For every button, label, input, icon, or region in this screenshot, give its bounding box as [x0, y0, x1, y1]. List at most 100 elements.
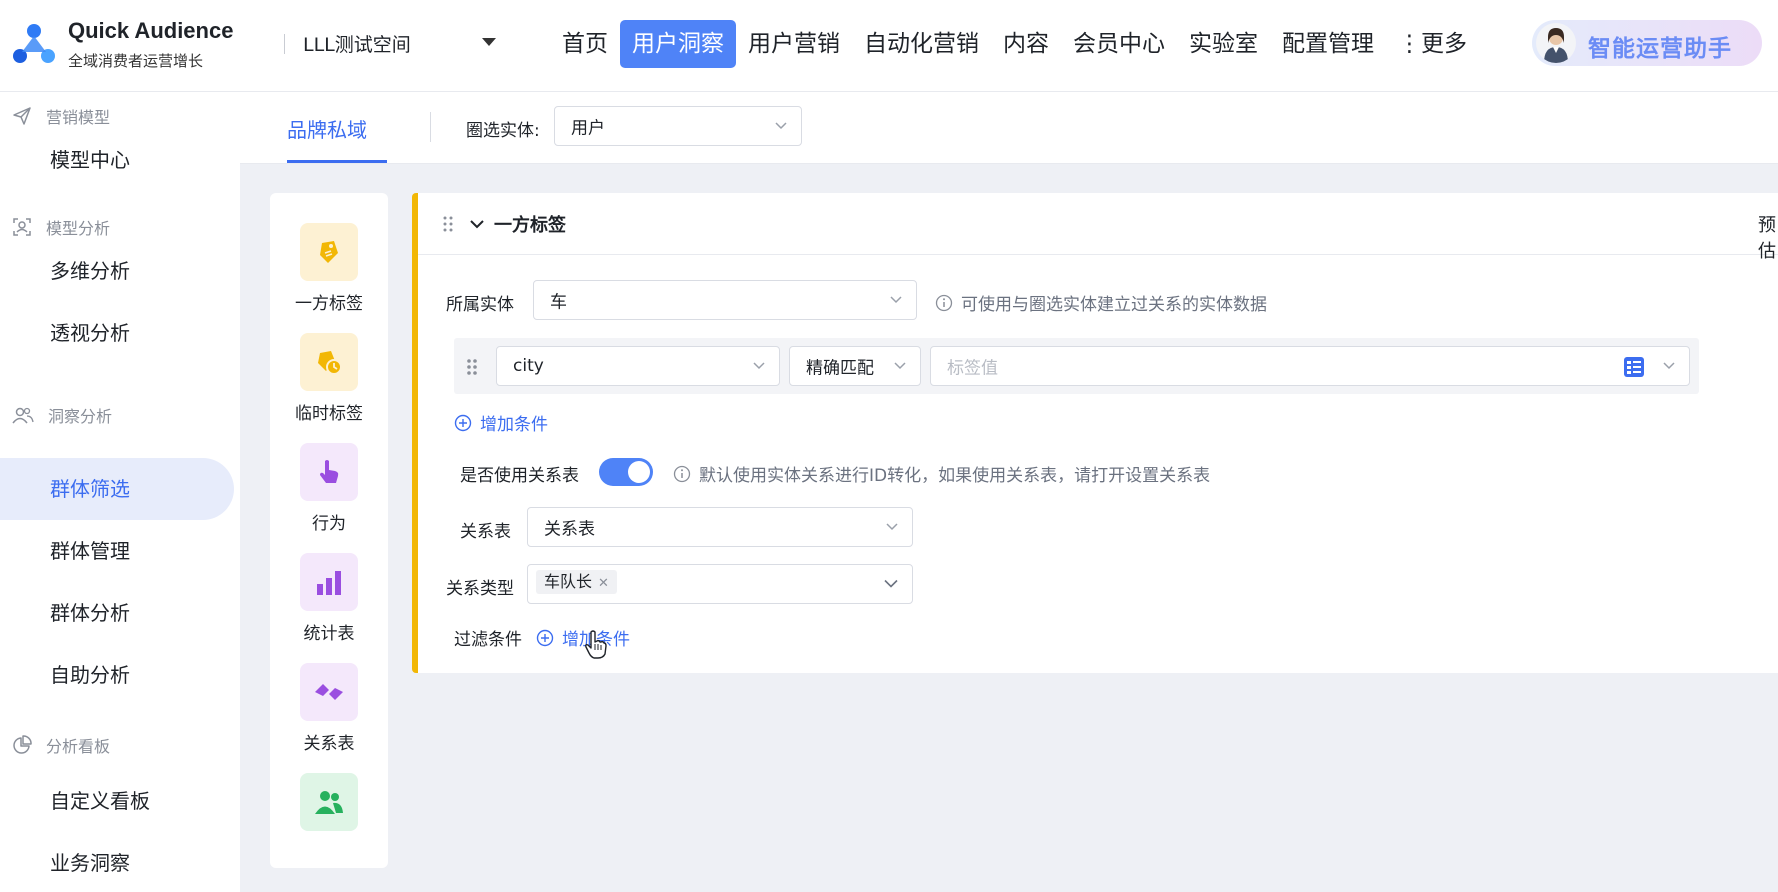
sidebar-group-dashboard: 分析看板 — [12, 733, 110, 757]
nav-item-content[interactable]: 内容 — [991, 20, 1061, 68]
chevron-down-icon — [775, 122, 787, 130]
brand-subtitle: 全域消费者运营增长 — [68, 52, 204, 70]
top-bar: Quick Audience 全域消费者运营增长 LLL测试空间 首页 用户洞察… — [0, 0, 1778, 92]
add-condition-label: 增加条件 — [480, 415, 548, 435]
sidebar-item-pivot-analysis[interactable]: 透视分析 — [0, 302, 234, 364]
entity-select[interactable]: 用户 — [554, 106, 802, 146]
sidebar: 营销模型 模型中心 模型分析 多维分析 透视分析 洞察分析 群体筛选 群体管理 … — [0, 92, 240, 892]
tab-active-indicator — [287, 160, 387, 163]
chevron-down-icon[interactable] — [470, 219, 484, 229]
tab-brand-private-domain[interactable]: 品牌私域 — [287, 114, 367, 143]
sidebar-item-multi-dim-analysis[interactable]: 多维分析 — [0, 240, 234, 302]
user-frame-icon — [13, 218, 31, 236]
add-filter-condition-button[interactable]: 增加条件 — [536, 625, 630, 650]
belong-entity-value: 车 — [550, 292, 567, 313]
nav-item-member-center[interactable]: 会员中心 — [1061, 20, 1177, 68]
sidebar-group-model-analysis: 模型分析 — [12, 215, 110, 239]
sidebar-group-marketing-model: 营销模型 — [12, 104, 110, 128]
first-party-tag-card: 一方标签 预估 所属实体 车 可使用与圈选实体建立过关系的实体数据 city 精… — [412, 193, 1778, 673]
entity-hint: 可使用与圈选实体建立过关系的实体数据 — [935, 290, 1267, 315]
palette-item-label: 临时标签 — [295, 404, 363, 424]
plus-circle-icon — [536, 629, 554, 646]
chevron-down-icon — [753, 362, 765, 370]
nav-item-more[interactable]: ⋮更多 — [1386, 20, 1479, 68]
link-icon — [300, 663, 358, 721]
user-group-icon — [300, 773, 358, 831]
relation-type-select[interactable]: 车队长 ✕ — [527, 564, 913, 604]
entity-hint-text: 可使用与圈选实体建立过关系的实体数据 — [961, 295, 1267, 315]
entity-select-value: 用户 — [571, 118, 605, 139]
condition-field-select[interactable]: city — [496, 346, 780, 386]
palette-item-statistics-table[interactable]: 统计表 — [270, 553, 388, 644]
use-relation-label: 是否使用关系表 — [460, 466, 579, 486]
nav-item-config[interactable]: 配置管理 — [1270, 20, 1386, 68]
palette-item-first-party-tag[interactable]: 一方标签 — [270, 223, 388, 314]
sidebar-item-group-analysis[interactable]: 群体分析 — [0, 582, 234, 644]
relation-type-tag[interactable]: 车队长 ✕ — [536, 570, 617, 594]
preview-link[interactable]: 预估 — [1758, 211, 1778, 263]
belong-entity-select[interactable]: 车 — [533, 280, 917, 320]
sidebar-group-label: 营销模型 — [46, 108, 111, 127]
palette-item-user-group[interactable] — [270, 773, 388, 839]
match-type-select[interactable]: 精确匹配 — [789, 346, 921, 386]
palette-item-behavior[interactable]: 行为 — [270, 443, 388, 534]
divider — [284, 34, 285, 54]
palette-item-relation-table[interactable]: 关系表 — [270, 663, 388, 754]
palette-item-temporary-tag[interactable]: 临时标签 — [270, 333, 388, 424]
drag-handle-icon[interactable] — [443, 216, 453, 232]
sidebar-group-label: 模型分析 — [46, 219, 111, 238]
chevron-down-icon — [886, 523, 898, 531]
relation-table-label: 关系表 — [460, 522, 511, 542]
bar-chart-icon — [300, 553, 358, 611]
nav-item-home[interactable]: 首页 — [550, 20, 620, 68]
sidebar-item-self-service-analysis[interactable]: 自助分析 — [0, 644, 234, 706]
main-nav: 首页 用户洞察 用户营销 自动化营销 内容 会员中心 实验室 配置管理 ⋮更多 — [550, 20, 1479, 68]
toggle-knob — [628, 461, 650, 483]
workspace-selector[interactable]: LLL测试空间 — [303, 30, 411, 57]
relation-table-select[interactable]: 关系表 — [527, 507, 913, 547]
tag-list-icon[interactable] — [1623, 356, 1645, 378]
palette-item-label: 关系表 — [303, 734, 355, 754]
sidebar-group-insight-analysis: 洞察分析 — [12, 403, 112, 427]
users-icon — [12, 407, 34, 424]
drag-handle-icon[interactable] — [466, 358, 478, 376]
send-icon — [13, 107, 31, 125]
plus-circle-icon — [454, 414, 472, 431]
pie-chart-icon — [13, 735, 32, 754]
entity-filter-label: 圈选实体: — [466, 121, 540, 141]
temp-tag-icon — [300, 333, 358, 391]
chevron-down-icon — [890, 296, 902, 304]
condition-field-value: city — [513, 356, 544, 376]
palette-item-label: 行为 — [312, 514, 346, 534]
palette-item-label: 统计表 — [303, 624, 355, 644]
sidebar-item-group-filter[interactable]: 群体筛选 — [0, 458, 234, 520]
tag-value-input[interactable]: 标签值 — [930, 346, 1690, 386]
use-relation-toggle[interactable] — [599, 458, 653, 486]
palette-item-label: 一方标签 — [295, 294, 363, 314]
hand-cursor-icon — [585, 630, 607, 659]
pointer-hand-icon — [300, 443, 358, 501]
relation-type-label: 关系类型 — [446, 579, 514, 599]
info-icon — [935, 294, 953, 311]
match-type-value: 精确匹配 — [806, 358, 874, 379]
nav-item-lab[interactable]: 实验室 — [1177, 20, 1270, 68]
sidebar-item-group-management[interactable]: 群体管理 — [0, 520, 234, 582]
sidebar-item-custom-dashboard[interactable]: 自定义看板 — [0, 770, 234, 832]
close-icon[interactable]: ✕ — [598, 576, 609, 591]
assistant-button[interactable]: 智能运营助手 — [1532, 20, 1762, 66]
caret-down-icon[interactable] — [482, 38, 496, 46]
assistant-label: 智能运营助手 — [1588, 36, 1732, 62]
nav-item-automation-marketing[interactable]: 自动化营销 — [852, 20, 991, 68]
relation-type-tag-label: 车队长 — [544, 572, 593, 591]
brand-name: Quick Audience — [68, 18, 234, 43]
card-title: 一方标签 — [494, 215, 566, 236]
card-header: 一方标签 预估 — [418, 193, 1778, 262]
sidebar-item-model-center[interactable]: 模型中心 — [0, 129, 234, 191]
quick-audience-logo[interactable] — [12, 22, 56, 66]
component-palette: 一方标签 临时标签 行为 统计表 关系表 — [270, 193, 388, 868]
add-condition-button[interactable]: 增加条件 — [454, 410, 548, 435]
tag-condition-row: city 精确匹配 标签值 — [454, 338, 1699, 394]
sidebar-item-business-insight[interactable]: 业务洞察 — [0, 832, 234, 892]
nav-item-user-marketing[interactable]: 用户营销 — [736, 20, 852, 68]
nav-item-user-insight[interactable]: 用户洞察 — [620, 20, 736, 68]
